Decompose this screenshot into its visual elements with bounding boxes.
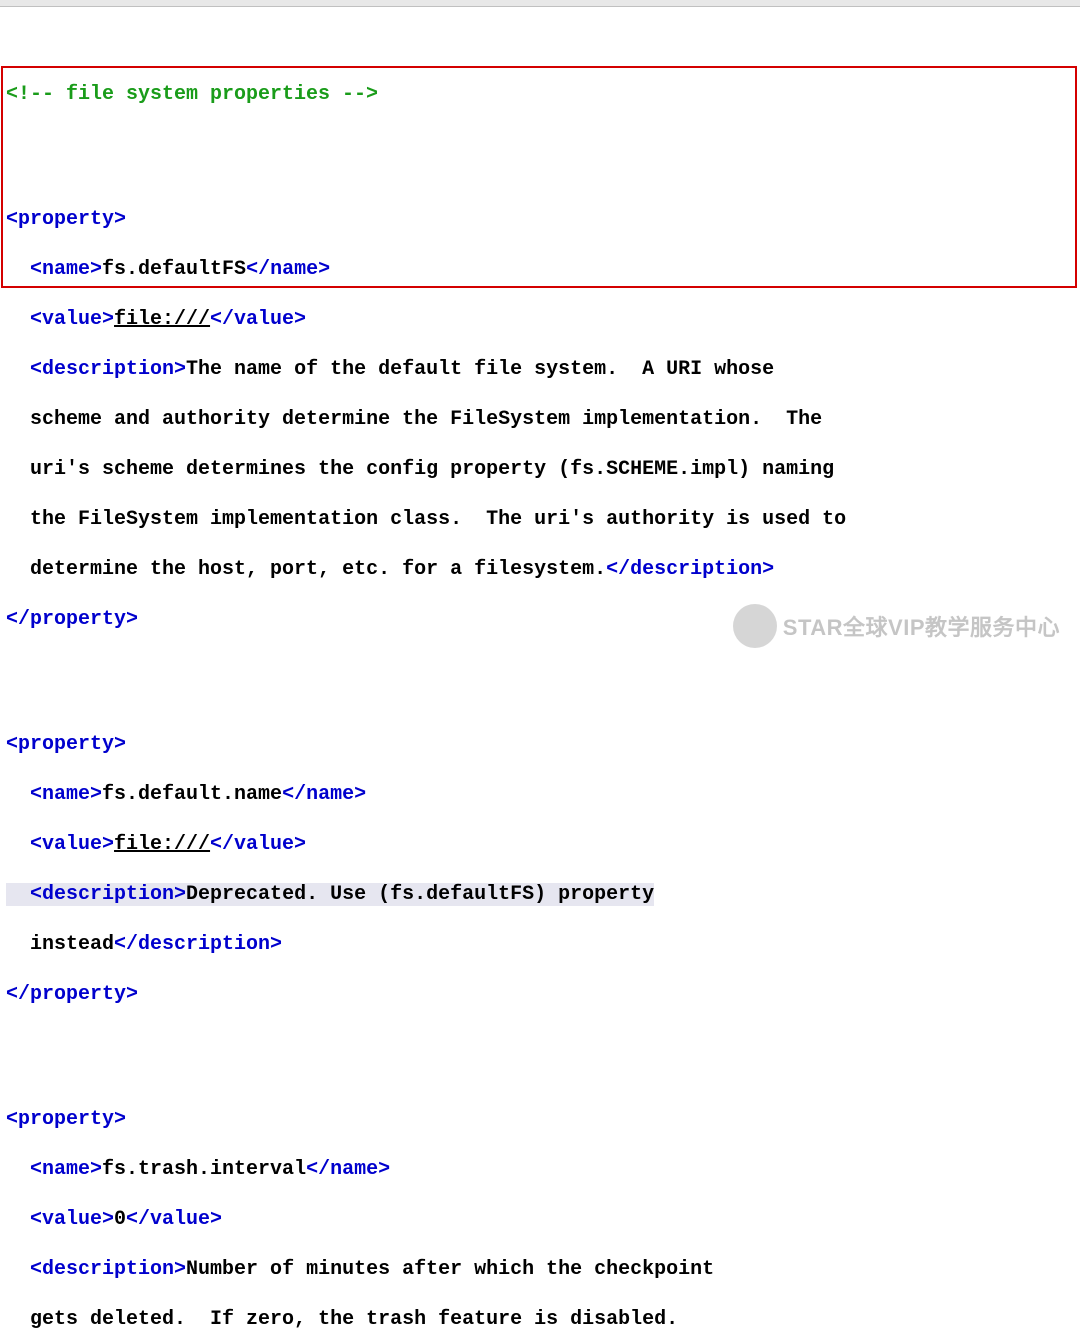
prop3-value: 0: [114, 1208, 126, 1231]
blank-line: [0, 1032, 1080, 1057]
desc-line: instead</description>: [0, 932, 1080, 957]
prop2-desc-selected: Deprecated. Use (fs.defaultFS) property: [186, 883, 654, 906]
property-open: <property>: [0, 1107, 1080, 1132]
property-open: <property>: [0, 732, 1080, 757]
property-close: </property>: [0, 982, 1080, 1007]
name-line: <name>fs.default.name</name>: [0, 782, 1080, 807]
prop1-name: fs.defaultFS: [102, 258, 246, 281]
comment-line: <!-- file system properties -->: [0, 82, 1080, 107]
prop2-value: file:///: [114, 833, 210, 856]
desc-line: <description>Number of minutes after whi…: [0, 1257, 1080, 1282]
property-close: </property>: [0, 607, 1080, 632]
value-line: <value>0</value>: [0, 1207, 1080, 1232]
desc-line: the FileSystem implementation class. The…: [0, 507, 1080, 532]
desc-line: determine the host, port, etc. for a fil…: [0, 557, 1080, 582]
prop2-desc-rest: instead: [30, 933, 114, 956]
desc-line: <description>The name of the default fil…: [0, 357, 1080, 382]
desc-line: gets deleted. If zero, the trash feature…: [0, 1307, 1080, 1332]
prop3-name: fs.trash.interval: [102, 1158, 306, 1181]
desc-line: uri's scheme determines the config prope…: [0, 457, 1080, 482]
property-open: <property>: [0, 207, 1080, 232]
desc-line-selected: <description>Deprecated. Use (fs.default…: [0, 882, 1080, 907]
blank-line: [0, 32, 1080, 57]
prop2-name: fs.default.name: [102, 783, 282, 806]
name-line: <name>fs.defaultFS</name>: [0, 257, 1080, 282]
desc-line: scheme and authority determine the FileS…: [0, 407, 1080, 432]
xml-code-block: <!-- file system properties --> <propert…: [0, 7, 1080, 1336]
blank-line: [0, 657, 1080, 682]
name-line: <name>fs.trash.interval</name>: [0, 1157, 1080, 1182]
prop1-value: file:///: [114, 308, 210, 331]
xml-comment: <!-- file system properties -->: [6, 83, 378, 106]
ruler-bar: [0, 0, 1080, 7]
blank-line: [0, 132, 1080, 157]
value-line: <value>file:///</value>: [0, 832, 1080, 857]
value-line: <value>file:///</value>: [0, 307, 1080, 332]
